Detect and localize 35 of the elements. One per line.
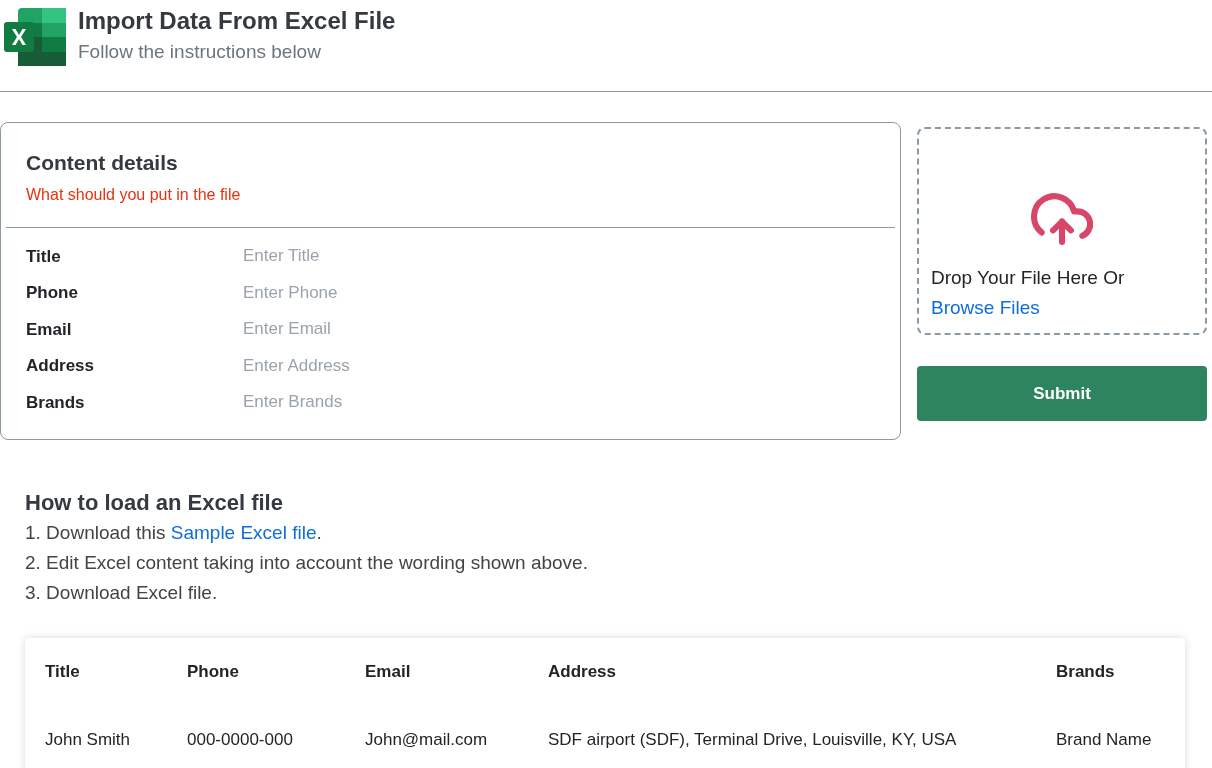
page-subtitle: Follow the instructions below — [78, 40, 322, 64]
sample-file-link[interactable]: Sample Excel file — [170, 522, 317, 543]
column-header: Email — [365, 662, 411, 682]
field-label: Brands — [26, 391, 86, 414]
column-header: Phone — [187, 662, 239, 682]
section-heading: How to load an Excel file — [25, 489, 284, 517]
card-subtitle: What should you put in the file — [26, 184, 242, 205]
input-field[interactable]: Enter Title — [243, 244, 643, 269]
field-label: Title — [26, 245, 62, 268]
table-cell: John@mail.com — [365, 730, 488, 750]
file-drop-zone[interactable]: Drop Your File Here Or Browse Files — [917, 127, 1207, 335]
instruction-step: 1. Download this Sample Excel file. — [25, 518, 1187, 548]
field-label: Address — [26, 355, 96, 377]
column-header: Address — [548, 662, 617, 682]
field-label: Phone — [26, 282, 79, 304]
page-title: Import Data From Excel File — [78, 8, 396, 34]
cloud-upload-icon — [1031, 191, 1093, 247]
column-header: Brands — [1056, 662, 1115, 682]
table-cell: SDF airport (SDF), Terminal Drive, Louisville, KY, USA — [548, 730, 957, 750]
instruction-step: 3. Download Excel file. — [25, 578, 1187, 608]
submit-button[interactable]: Submit — [917, 366, 1207, 421]
field-label: Email — [26, 318, 73, 341]
drop-instruction: Drop Your File Here Or — [931, 266, 1126, 290]
table-cell: Brand Name — [1056, 730, 1152, 750]
input-field[interactable]: Enter Brands — [243, 390, 643, 415]
table-cell: John Smith — [45, 730, 131, 750]
table-cell: 000-0000-000 — [187, 730, 293, 750]
spreadsheet-logo-icon — [4, 8, 66, 66]
input-field[interactable]: Enter Address — [243, 353, 643, 378]
card-title: Content details — [26, 150, 179, 176]
column-header: Title — [45, 662, 80, 682]
input-field[interactable]: Enter Phone — [243, 280, 643, 305]
input-field[interactable]: Enter Email — [243, 317, 643, 342]
instruction-step: 2. Edit Excel content taking into account the wording shown above. — [25, 548, 1187, 578]
browse-files-link[interactable]: Browse Files — [931, 293, 1040, 323]
